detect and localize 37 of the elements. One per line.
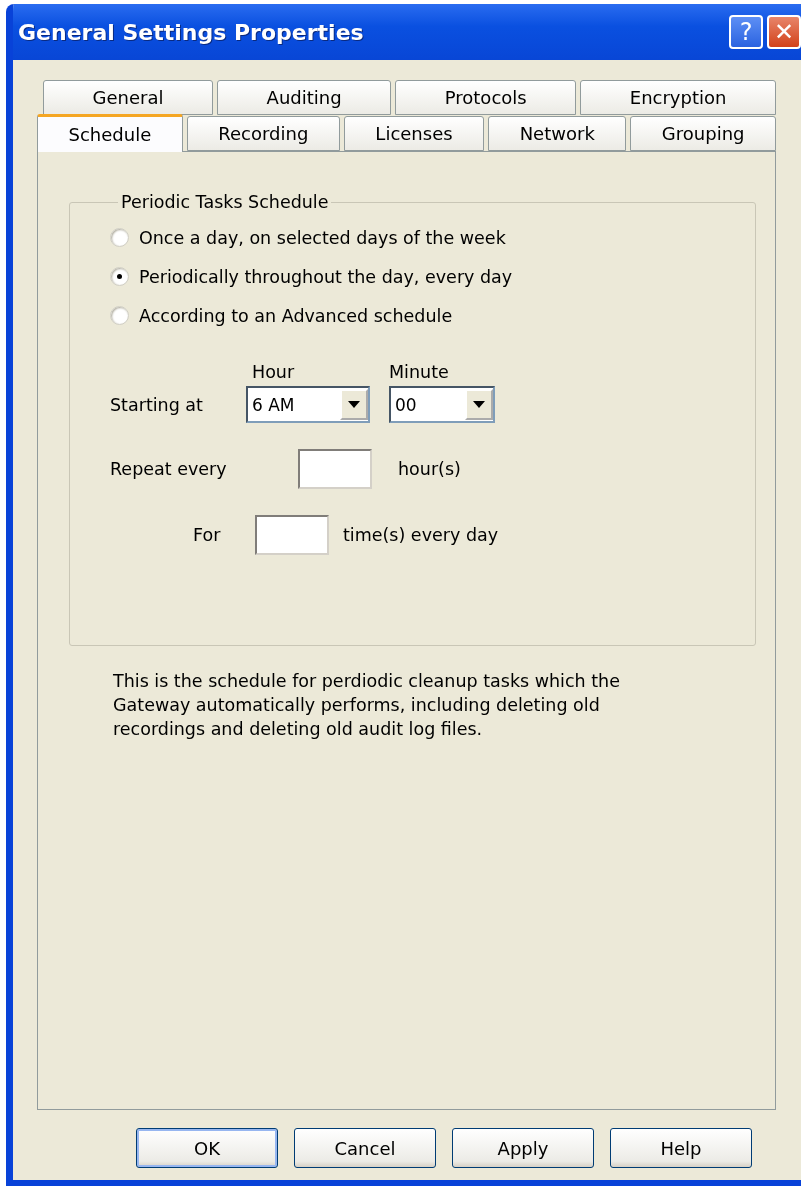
help-button[interactable]: ? <box>729 15 763 49</box>
tab[interactable]: Encryption <box>580 80 776 115</box>
radio-button[interactable] <box>110 267 129 286</box>
radio-option[interactable]: According to an Advanced schedule <box>110 296 755 335</box>
description-text: This is the schedule for perdiodic cleanup tasks which the Gateway automatically performs, including deleting old recordings and deleting old audit log files. <box>113 670 621 741</box>
tab[interactable]: Auditing <box>217 80 392 115</box>
caret-icon <box>473 401 485 408</box>
hours-unit-label: hour(s) <box>398 459 461 479</box>
hour-label: Hour <box>251 362 296 382</box>
minute-dropdown[interactable]: 00 <box>389 386 495 423</box>
tab[interactable]: Schedule <box>37 114 183 152</box>
tab[interactable]: Grouping <box>630 116 777 151</box>
dialog-button[interactable]: Cancel <box>294 1128 436 1168</box>
radio-button[interactable] <box>110 306 129 325</box>
tab[interactable]: Licenses <box>343 116 485 151</box>
window-title: General Settings Properties <box>18 19 365 45</box>
times-input[interactable] <box>255 515 329 555</box>
tab[interactable]: General <box>43 80 214 115</box>
radio-option[interactable]: Once a day, on selected days of the week <box>110 218 755 257</box>
dialog-button[interactable]: Apply <box>452 1128 594 1168</box>
tab[interactable]: Network <box>488 116 627 151</box>
starting-at-label: Starting at <box>110 394 204 415</box>
radio-option[interactable]: Periodically throughout the day, every day <box>110 257 755 296</box>
group-title: Periodic Tasks Schedule <box>120 192 330 212</box>
hours-input[interactable] <box>298 449 372 489</box>
repeat-every-label: Repeat every <box>110 459 228 479</box>
tab[interactable]: Protocols <box>395 80 577 115</box>
times-unit-label: time(s) every day <box>343 525 499 545</box>
tab[interactable]: Recording <box>186 116 340 151</box>
minute-label: Minute <box>389 362 450 382</box>
caret-icon <box>348 401 360 408</box>
dialog-button[interactable]: Help <box>610 1128 752 1168</box>
close-button[interactable]: ✕ <box>767 15 801 49</box>
for-label: For <box>193 525 222 545</box>
radio-button[interactable] <box>110 228 129 247</box>
hour-dropdown[interactable]: 6 AM <box>246 386 370 423</box>
dialog-button[interactable]: OK <box>136 1128 278 1168</box>
